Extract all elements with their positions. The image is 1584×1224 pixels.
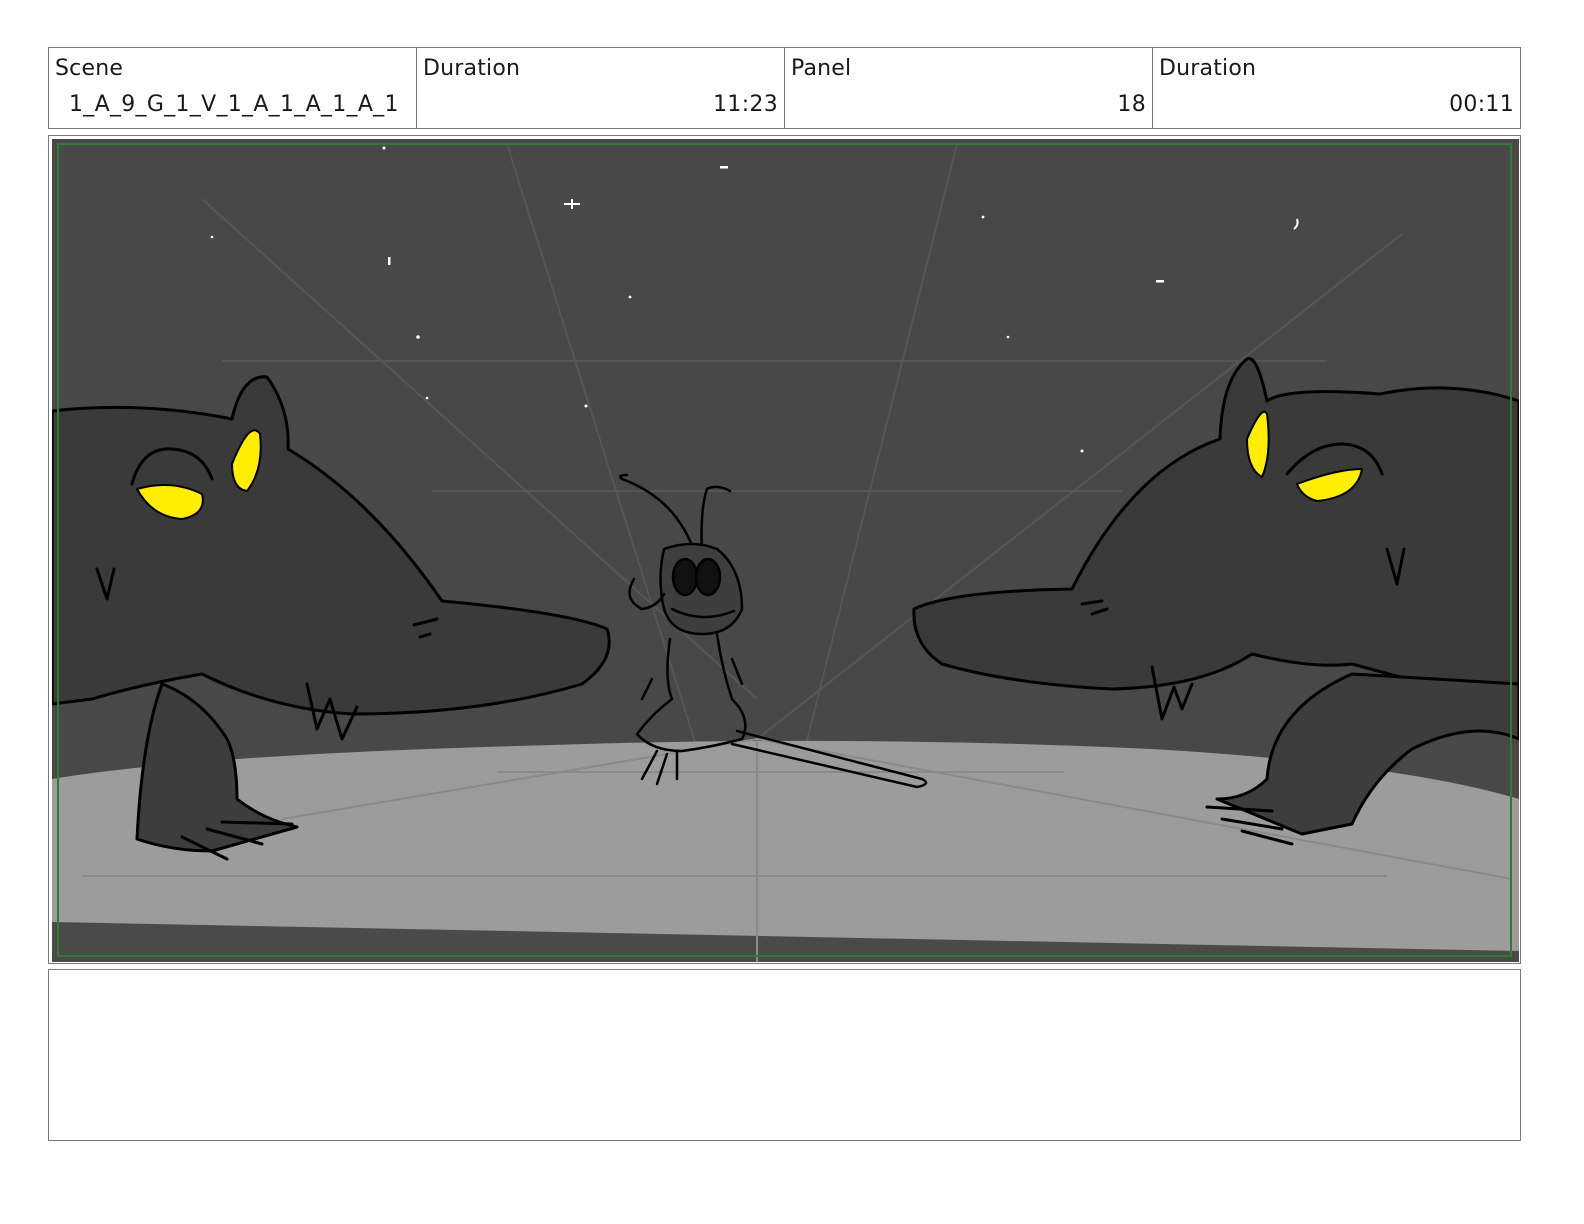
panel-notes-box[interactable] bbox=[48, 969, 1521, 1141]
panel-duration-cell: Duration 00:11 bbox=[1153, 48, 1520, 128]
panel-duration-value: 00:11 bbox=[1449, 92, 1514, 117]
panel-duration-label: Duration bbox=[1159, 56, 1257, 81]
scene-value: 1_A_9_G_1_V_1_A_1_A_1_A_1 bbox=[69, 92, 399, 117]
panel-number-value: 18 bbox=[1117, 92, 1146, 117]
scene-duration-label: Duration bbox=[423, 56, 521, 81]
storyboard-sketch-image bbox=[52, 139, 1519, 962]
panel-label: Panel bbox=[791, 56, 852, 81]
storyboard-panel[interactable] bbox=[48, 135, 1521, 964]
scene-cell: Scene 1_A_9_G_1_V_1_A_1_A_1_A_1 bbox=[49, 48, 417, 128]
panel-info-header: Scene 1_A_9_G_1_V_1_A_1_A_1_A_1 Duration… bbox=[48, 47, 1521, 129]
panel-cell: Panel 18 bbox=[785, 48, 1153, 128]
scene-duration-cell: Duration 11:23 bbox=[417, 48, 785, 128]
scene-duration-value: 11:23 bbox=[713, 92, 778, 117]
scene-label: Scene bbox=[55, 56, 124, 81]
